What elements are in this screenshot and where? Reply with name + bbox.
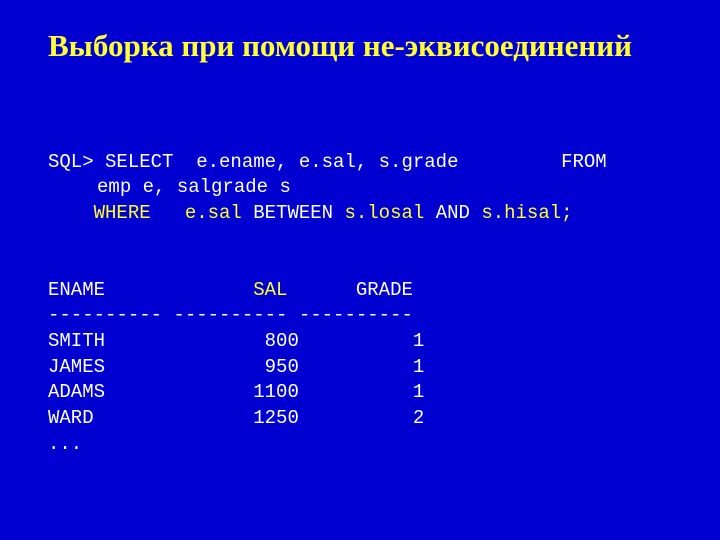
- sql-hisal: s.hisal;: [481, 202, 572, 224]
- slide: Выборка при помощи не-эквисоединений SQL…: [0, 0, 720, 540]
- result-hdr-ename: ENAME: [48, 279, 253, 301]
- result-hdr-sal: SAL: [253, 279, 287, 301]
- sql-between-kw: BETWEEN: [242, 202, 345, 224]
- sql-line-1: SQL> SELECT e.ename, e.sal, s.grade FROM: [48, 151, 607, 173]
- result-row: WARD 1250 2: [48, 407, 424, 429]
- result-row: SMITH 800 1: [48, 330, 424, 352]
- sql-line-3-indent: [48, 202, 94, 224]
- result-row: JAMES 950 1: [48, 356, 424, 378]
- result-hdr-grade: GRADE: [287, 279, 412, 301]
- sql-and-kw: AND: [424, 202, 481, 224]
- slide-title: Выборка при помощи не-эквисоединений: [48, 28, 672, 64]
- result-divider: ---------- ---------- ----------: [48, 304, 413, 326]
- sql-where: WHERE e.sal: [94, 202, 242, 224]
- result-row: ADAMS 1100 1: [48, 381, 424, 403]
- sql-losal: s.losal: [344, 202, 424, 224]
- sql-block: SQL> SELECT e.ename, e.sal, s.grade FROM…: [48, 124, 672, 457]
- result-ellipsis: ...: [48, 433, 82, 455]
- sql-line-2: emp e, salgrade s: [48, 176, 291, 198]
